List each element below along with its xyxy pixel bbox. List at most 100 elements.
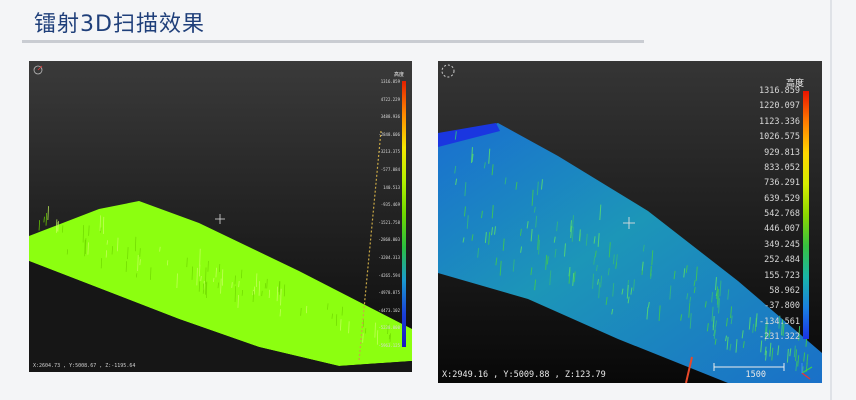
height-color-scale-left [402, 81, 406, 347]
point-cloud-viewer-left[interactable]: 高度 1316.859 4722.229 3488.936 -2848.606 -321… [29, 61, 412, 372]
point-cloud-viewer-right[interactable]: 高度 1316.859 1220.097 1123.336 1026.575 929.8… [438, 61, 822, 383]
scale-tick-label: -4265.594 [378, 272, 400, 278]
surface-spike [266, 278, 268, 289]
surface-spike [261, 290, 263, 297]
surface-spike [186, 257, 188, 268]
page-edge-divider [830, 0, 832, 400]
surface-spike [327, 303, 329, 310]
surface-spike [220, 278, 222, 294]
surface-spike [241, 289, 243, 296]
scale-tick-label: -134.561 [759, 316, 800, 327]
surface-spike [117, 237, 119, 252]
scale-tick-label: 4722.229 [380, 96, 400, 102]
cursor-coordinates-left: X:2604.73 , Y:5008.67 , Z:-1195.64 [33, 363, 136, 369]
surface-spike [335, 314, 338, 326]
surface-spike [159, 246, 161, 252]
scale-tick-label: -3213.375 [378, 149, 400, 155]
scale-tick-label: -37.800 [764, 301, 800, 312]
scale-tick-label: -5238.000 [378, 325, 400, 331]
surface-spike [200, 275, 202, 282]
surface-spike [150, 267, 152, 280]
scale-tick-label: 929.813 [764, 147, 800, 158]
scale-tick-label: 542.768 [764, 209, 800, 219]
surface-spike [300, 307, 302, 316]
scale-tick-label: 446.007 [764, 224, 800, 235]
scale-tick-label: -935.469 [380, 202, 400, 208]
surface-spike [280, 288, 282, 306]
surface-spike [111, 246, 113, 255]
surface-spike [100, 258, 103, 269]
surface-spike [84, 239, 86, 257]
scale-bar-label: 1500 [745, 370, 766, 380]
surface-spike [137, 254, 139, 272]
surface-spike [252, 291, 254, 303]
surface-spike [136, 273, 138, 278]
surface-spike [362, 319, 365, 327]
surface-spike [56, 219, 58, 233]
surface-spike [199, 264, 201, 277]
surface-spike [362, 333, 364, 343]
surface-spike [176, 273, 178, 289]
surface-spike [283, 284, 286, 297]
surface-spike [106, 240, 108, 245]
scale-tick-label: -4978.875 [378, 290, 400, 296]
surface-spike [139, 248, 141, 257]
surface-spike [205, 281, 208, 299]
surface-spike [256, 273, 258, 287]
surface-spike [264, 283, 267, 289]
surface-spike [365, 328, 367, 334]
surface-spike [139, 259, 141, 266]
scale-tick-label: 1026.575 [759, 132, 800, 143]
scale-tick-label: 1220.097 [759, 101, 800, 112]
scale-tick-label: -2868.003 [378, 237, 400, 243]
surface-spike [207, 260, 209, 272]
legend-title-left: 高度 [393, 72, 404, 78]
surface-spike [38, 220, 40, 231]
surface-spike [199, 248, 201, 267]
surface-spike [88, 225, 90, 236]
scale-tick-label: 3488.936 [380, 114, 400, 120]
surface-spike [258, 281, 260, 296]
surface-spike [202, 283, 205, 294]
surface-spike [389, 333, 391, 342]
scale-tick-label: 252.484 [764, 255, 800, 266]
surface-spike [234, 275, 236, 285]
height-color-scale-right [803, 91, 809, 339]
surface-spike [57, 222, 59, 231]
surface-spike [43, 216, 45, 223]
scale-tick-label: -1521.758 [378, 219, 400, 225]
scale-tick-label: 155.723 [764, 270, 800, 281]
scale-tick-label: 140.513 [383, 184, 400, 190]
surface-spike [268, 289, 270, 298]
scale-tick-label: -2848.606 [378, 131, 400, 137]
surface-spike [205, 282, 207, 295]
surface-spike [305, 305, 308, 314]
scale-tick-label: 58.962 [769, 285, 800, 296]
scale-tick-label: 1316.859 [759, 86, 800, 96]
surface-spike [85, 238, 87, 255]
scale-tick-label: 349.245 [764, 239, 800, 250]
point-cloud-canvas-left[interactable] [29, 61, 412, 372]
surface-spike [217, 282, 219, 289]
surface-spike [198, 281, 201, 292]
surface-spike [231, 282, 233, 288]
surface-spike [241, 269, 243, 279]
surface-spike [62, 225, 64, 233]
scale-tick-label: -577.084 [380, 167, 400, 172]
surface-spike [348, 321, 350, 334]
surface-spike [45, 212, 47, 226]
surface-spike [127, 247, 129, 260]
surface-spike [105, 250, 107, 258]
surface-spike [253, 286, 255, 295]
surface-spike [218, 264, 221, 273]
surface-spike [82, 225, 84, 243]
surface-spike [47, 206, 49, 221]
surface-spike [279, 281, 281, 295]
slide-title: 镭射3D扫描效果 [34, 12, 205, 37]
surface-spike [388, 334, 391, 340]
surface-spike [234, 286, 236, 303]
scale-tick-label: 833.052 [764, 162, 800, 173]
scale-tick-label: -3204.313 [378, 255, 400, 260]
surface-spike [191, 266, 193, 280]
surface-spike [331, 313, 333, 319]
